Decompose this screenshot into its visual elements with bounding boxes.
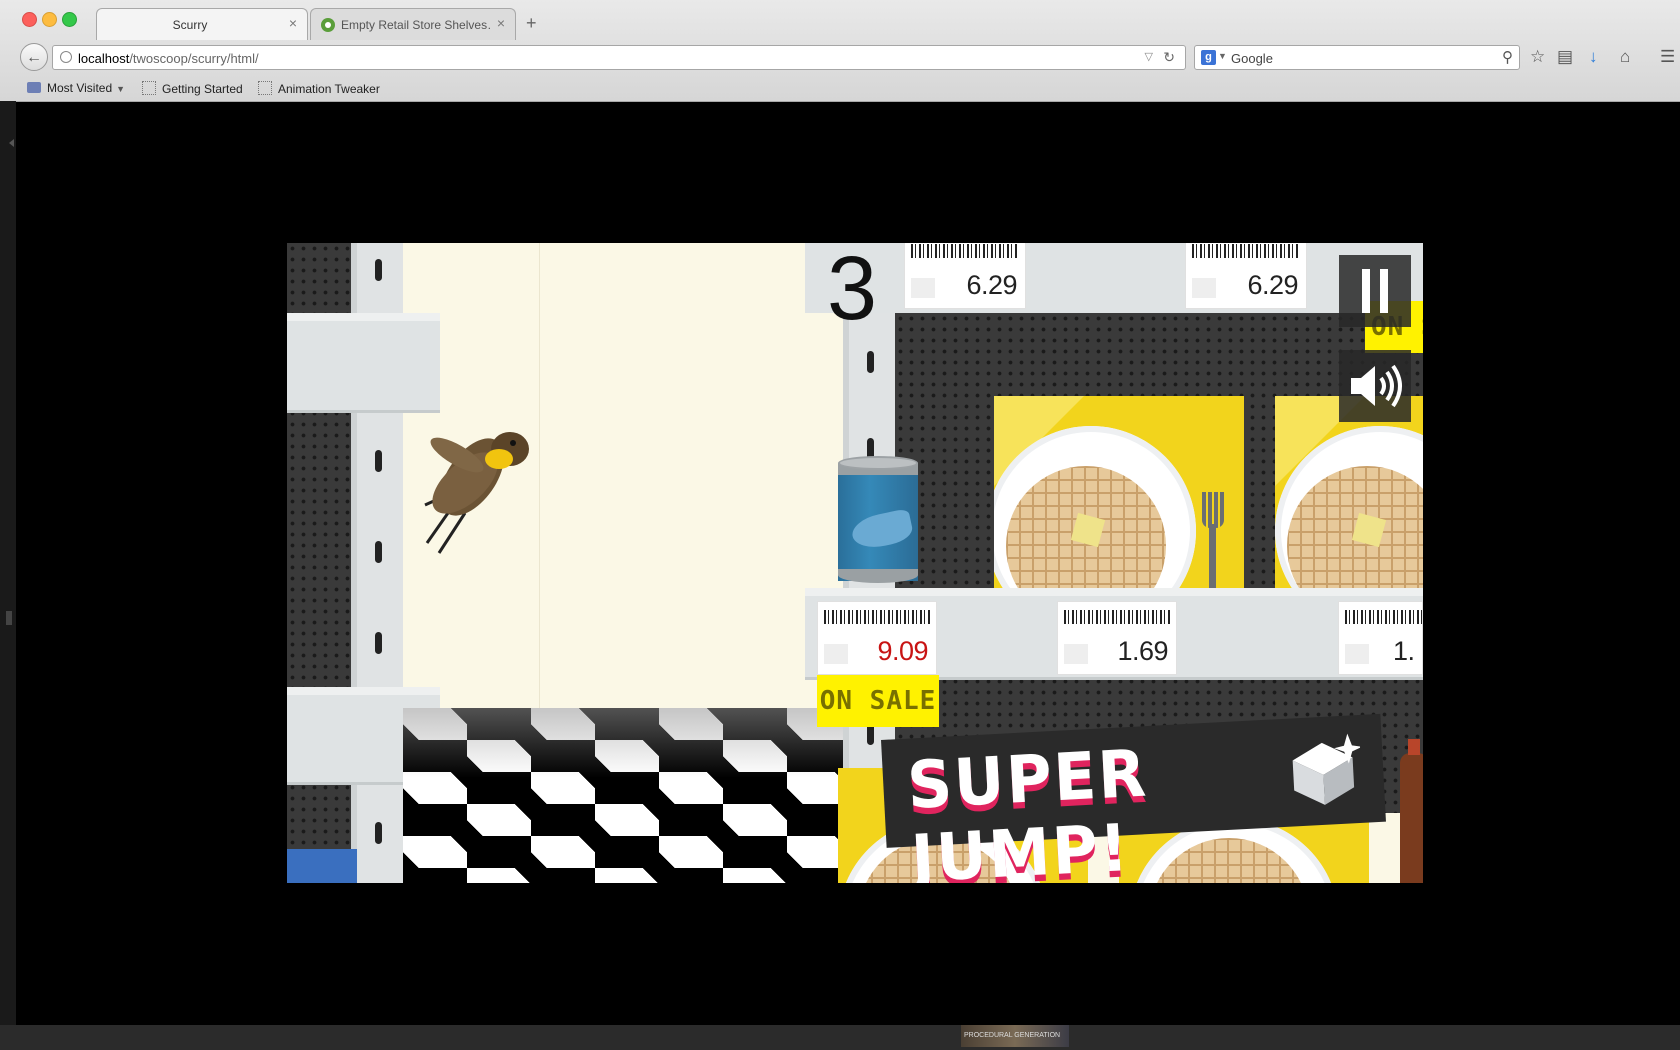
pause-button[interactable]: [1339, 255, 1411, 327]
bookmark-star-icon[interactable]: ☆: [1530, 47, 1545, 67]
tab-empty-retail[interactable]: Empty Retail Store Shelves… ×: [310, 8, 516, 40]
taskbar-strip: PROCEDURAL GENERATION: [0, 1025, 1680, 1050]
zoom-window-button[interactable]: [62, 12, 77, 27]
speaker-icon: [1351, 364, 1402, 408]
price-tag: 1.69: [1057, 601, 1177, 675]
site-favicon-icon: [321, 18, 335, 32]
browser-chrome: Scurry × Empty Retail Store Shelves… × +…: [0, 0, 1680, 102]
close-tab-icon[interactable]: ×: [497, 15, 505, 31]
price-tag: 6.29: [904, 243, 1026, 309]
sugar-cube-icon: [1292, 733, 1363, 805]
close-tab-icon[interactable]: ×: [289, 15, 297, 31]
tab-label: Scurry: [172, 18, 208, 32]
navigation-bar: ← localhost/twoscoop/scurry/html/ ▽ ↻ g …: [0, 41, 1680, 77]
bookmarks-toolbar: Most Visited ▼ Getting Started Animation …: [0, 77, 1680, 101]
bookmark-most-visited[interactable]: Most Visited ▼: [27, 81, 125, 95]
google-icon[interactable]: g: [1201, 50, 1216, 65]
tab-bar: Scurry × Empty Retail Store Shelves… × +: [0, 0, 1680, 40]
resize-handle[interactable]: [6, 611, 12, 625]
close-window-button[interactable]: [22, 12, 37, 27]
price-tag: 6.29: [1185, 243, 1307, 309]
bookmark-getting-started[interactable]: Getting Started: [142, 81, 243, 96]
download-icon[interactable]: ↓: [1589, 47, 1598, 67]
search-input[interactable]: g ▼ Google ⚲: [1194, 45, 1520, 70]
collapse-arrow-icon[interactable]: [9, 139, 14, 147]
shelf-platform: [287, 313, 440, 413]
price-tag: 1.: [1338, 601, 1423, 675]
sauce-bottle: [1400, 739, 1423, 883]
post-slot: [375, 450, 382, 472]
folder-icon: [27, 82, 41, 93]
tab-label: Empty Retail Store Shelves…: [341, 18, 491, 32]
engine-dropdown-icon[interactable]: ▼: [1218, 51, 1227, 61]
chevron-down-icon: ▼: [116, 84, 126, 94]
reload-icon[interactable]: ↻: [1163, 49, 1175, 66]
post-slot: [375, 259, 382, 281]
product-box: [287, 849, 357, 883]
url-dropdown-icon[interactable]: ▽: [1145, 50, 1153, 63]
sound-toggle-button[interactable]: [1339, 350, 1411, 422]
home-icon[interactable]: ⌂: [1620, 47, 1630, 67]
tab-scurry[interactable]: Scurry ×: [96, 8, 308, 40]
floor-shadow: [403, 708, 853, 778]
minimize-window-button[interactable]: [42, 12, 57, 27]
window-thumbnail[interactable]: PROCEDURAL GENERATION: [961, 1025, 1069, 1047]
page-icon: [258, 81, 272, 95]
url-bar[interactable]: localhost/twoscoop/scurry/html/ ▽ ↻: [52, 45, 1186, 70]
tuna-can: [838, 456, 918, 591]
on-sale-tag: ON SALE: [817, 675, 939, 727]
shelf-top-ledge: [805, 243, 1423, 313]
search-placeholder: Google: [1231, 51, 1273, 66]
back-button[interactable]: ←: [20, 43, 48, 71]
post-slot: [375, 632, 382, 654]
post-slot: [375, 822, 382, 844]
post-slot: [867, 351, 874, 373]
score-counter: 3: [827, 243, 878, 339]
url-text: localhost/twoscoop/scurry/html/: [78, 51, 259, 66]
bookmarks-list-icon[interactable]: ▤: [1557, 47, 1573, 67]
post-slot: [375, 541, 382, 563]
page-icon: [142, 81, 156, 95]
game-canvas[interactable]: 6.29 6.29 ON S 9.09 ON SALE 1.69 1.: [287, 243, 1423, 883]
globe-icon: [60, 51, 72, 63]
bookmark-animation-tweaker[interactable]: Animation Tweaker: [258, 81, 380, 96]
left-sidebar-edge: [0, 101, 16, 1025]
menu-icon[interactable]: ☰: [1660, 47, 1675, 67]
search-icon[interactable]: ⚲: [1502, 48, 1513, 66]
price-tag: 9.09: [817, 601, 937, 675]
waffle-box: [1275, 396, 1423, 596]
new-tab-button[interactable]: +: [526, 13, 537, 34]
cockroach-player-icon: [424, 432, 529, 554]
waffle-box: [994, 396, 1244, 596]
